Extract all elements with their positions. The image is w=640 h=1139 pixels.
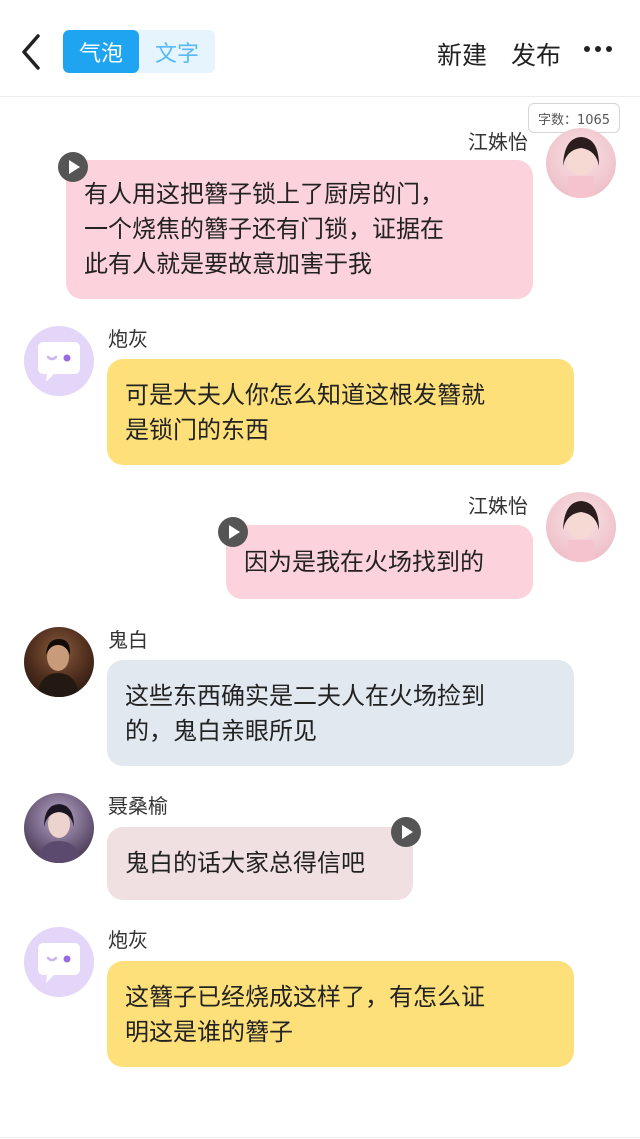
message-line: 鬼白的话大家总得信吧 [125,849,365,877]
sender-name: 炮灰 [108,327,148,351]
avatar[interactable] [24,326,94,396]
avatar[interactable] [546,128,616,198]
chat-bubble-icon [38,943,80,983]
play-icon[interactable] [58,152,88,182]
play-icon[interactable] [218,517,248,547]
mode-switch: 气泡 文字 [63,30,215,73]
message-line: 一个烧焦的簪子还有门锁，证据在 [84,215,444,243]
sender-name: 江姝怡 [468,494,528,518]
sender-name: 鬼白 [108,628,148,652]
avatar[interactable] [546,492,616,562]
message-bubble[interactable]: 这簪子已经烧成这样了，有怎么证 明这是谁的簪子 [107,961,574,1067]
avatar[interactable] [24,793,94,863]
top-bar: 气泡 文字 新建 发布 [0,0,640,97]
publish-button[interactable]: 发布 [511,36,561,72]
message-bubble[interactable]: 这些东西确实是二夫人在火场捡到 的，鬼白亲眼所见 [107,660,574,766]
message-line: 此有人就是要故意加害于我 [84,250,372,278]
message-line: 可是大夫人你怎么知道这根发簪就 [125,381,485,409]
sender-name: 聂桑榆 [108,794,168,818]
tab-text[interactable]: 文字 [139,30,215,73]
chat-bubble-icon [38,342,80,382]
message-bubble[interactable]: 因为是我在火场找到的 [226,525,533,599]
back-arrow-icon[interactable] [14,30,50,74]
message-line: 是锁门的东西 [125,416,269,444]
message-line: 这簪子已经烧成这样了，有怎么证 [125,983,485,1011]
message-line: 因为是我在火场找到的 [244,548,484,576]
divider [0,1137,640,1138]
more-dots-icon[interactable] [584,46,614,56]
play-icon[interactable] [391,817,421,847]
sender-name: 江姝怡 [468,130,528,154]
message-bubble[interactable]: 可是大夫人你怎么知道这根发簪就 是锁门的东西 [107,359,574,465]
message-bubble[interactable]: 鬼白的话大家总得信吧 [107,827,413,900]
message-line: 有人用这把簪子锁上了厨房的门， [84,180,444,208]
avatar[interactable] [24,627,94,697]
message-bubble[interactable]: 有人用这把簪子锁上了厨房的门， 一个烧焦的簪子还有门锁，证据在 此有人就是要故意… [66,160,533,299]
tab-bubble[interactable]: 气泡 [63,30,139,73]
message-line: 明这是谁的簪子 [125,1018,293,1046]
avatar[interactable] [24,927,94,997]
new-button[interactable]: 新建 [437,36,487,72]
message-line: 这些东西确实是二夫人在火场捡到 [125,682,485,710]
sender-name: 炮灰 [108,928,148,952]
message-line: 的，鬼白亲眼所见 [125,717,317,745]
